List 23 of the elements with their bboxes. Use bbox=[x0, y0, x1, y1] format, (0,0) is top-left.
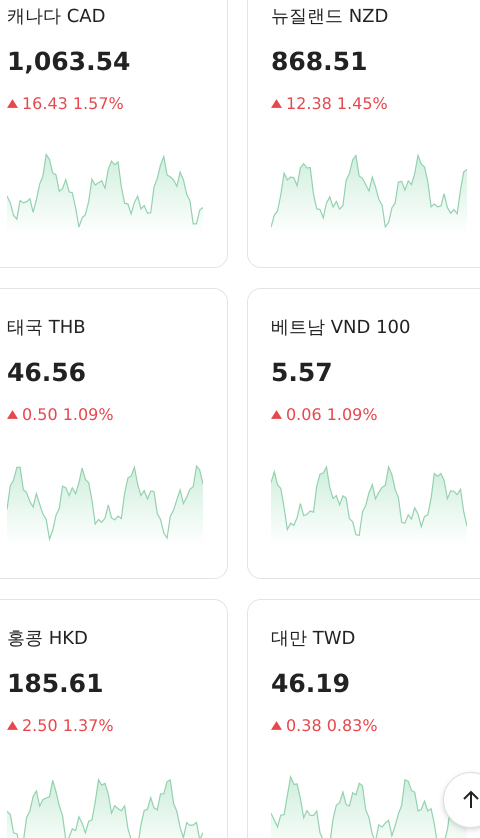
exchange-rate: 868.51 bbox=[271, 46, 368, 78]
currency-card[interactable]: 태국 THB 46.56 0.50 1.09% bbox=[0, 288, 228, 579]
rate-change: 0.06 1.09% bbox=[286, 405, 378, 424]
rate-change: 16.43 1.57% bbox=[22, 94, 124, 113]
currency-name: 태국 THB bbox=[7, 316, 87, 340]
currency-name: 대만 TWD bbox=[271, 627, 356, 651]
currency-name: 홍콩 HKD bbox=[7, 627, 89, 651]
rate-change: 2.50 1.37% bbox=[22, 716, 114, 735]
currency-card[interactable]: 베트남 VND 100 5.57 0.06 1.09% bbox=[247, 288, 480, 579]
currency-card[interactable]: 뉴질랜드 NZD 868.51 12.38 1.45% bbox=[247, 0, 480, 268]
currency-name: 베트남 VND 100 bbox=[271, 316, 412, 340]
rate-change: 12.38 1.45% bbox=[286, 94, 388, 113]
currency-card[interactable]: 캐나다 CAD 1,063.54 16.43 1.57% bbox=[0, 0, 228, 268]
exchange-rate: 46.19 bbox=[271, 668, 352, 700]
rate-change: 0.38 0.83% bbox=[286, 716, 378, 735]
currency-name: 뉴질랜드 NZD bbox=[271, 5, 390, 29]
currency-card[interactable]: 홍콩 HKD 185.61 2.50 1.37% bbox=[0, 599, 228, 838]
exchange-rate: 46.56 bbox=[7, 357, 88, 389]
currency-name: 캐나다 CAD bbox=[7, 5, 106, 29]
exchange-rate: 5.57 bbox=[271, 357, 334, 389]
exchange-rate: 185.61 bbox=[7, 668, 104, 700]
rate-change: 0.50 1.09% bbox=[22, 405, 114, 424]
exchange-rate: 1,063.54 bbox=[7, 46, 132, 78]
